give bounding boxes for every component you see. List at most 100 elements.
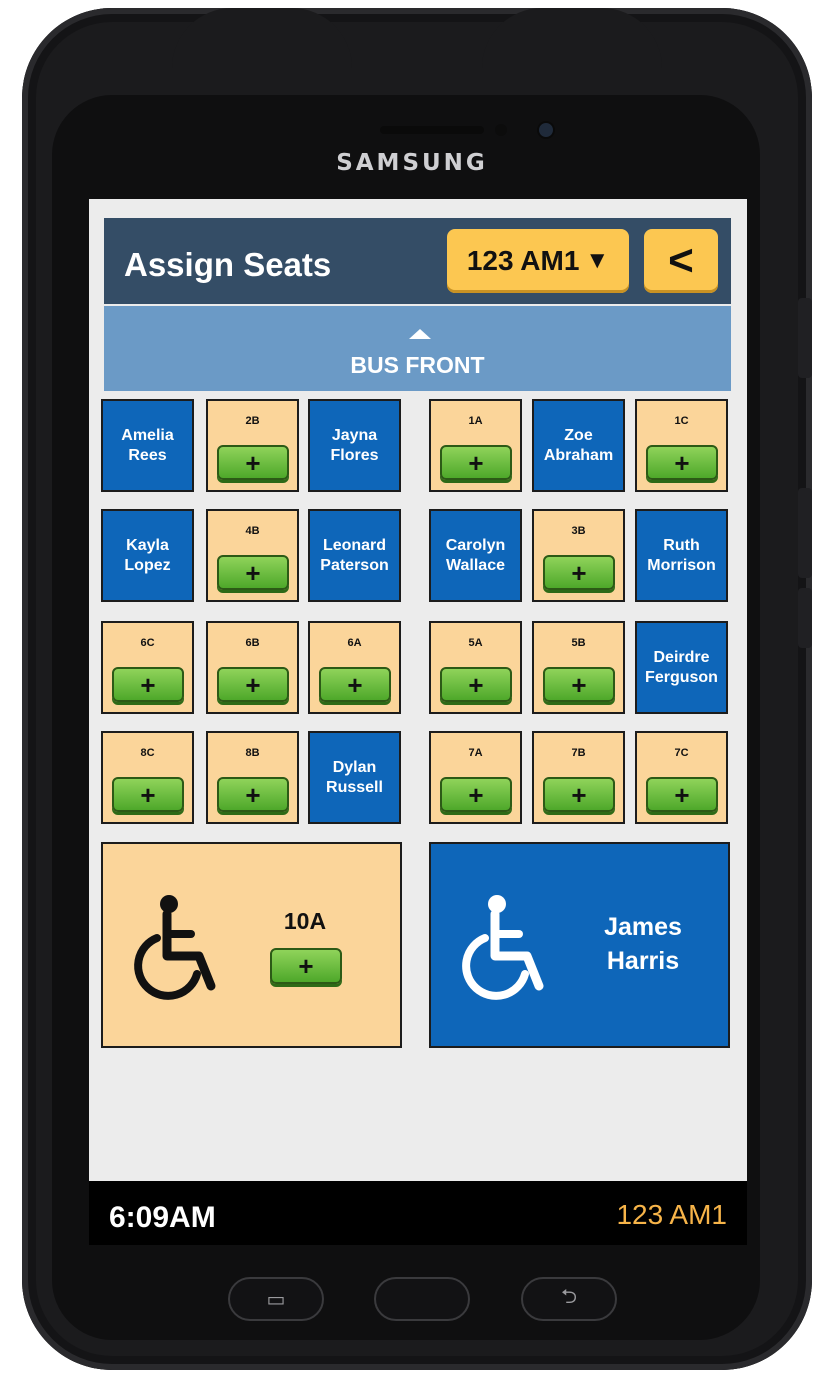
side-button [798, 298, 812, 378]
seat-empty[interactable]: 8B + [206, 731, 299, 824]
seat-assigned[interactable]: Zoe Abraham [532, 399, 625, 492]
add-passenger-button[interactable]: + [217, 667, 289, 702]
add-passenger-button[interactable]: + [112, 777, 184, 812]
seat-code: 8B [245, 747, 260, 759]
seat-empty[interactable]: 6A + [308, 621, 401, 714]
status-bar: 6:09AM 123 AM1 [89, 1181, 747, 1245]
wheelchair-seat-assigned[interactable]: James Harris [429, 842, 730, 1048]
seat-empty[interactable]: 7B + [532, 731, 625, 824]
add-passenger-button[interactable]: + [440, 667, 512, 702]
wheelchair-icon [134, 895, 216, 1000]
back-arrow-icon: < [668, 236, 694, 285]
seat-empty[interactable]: 7A + [429, 731, 522, 824]
seat-code: 1A [468, 415, 483, 427]
passenger-name: Amelia Rees [121, 426, 174, 464]
seat-code: 7C [674, 747, 689, 759]
add-passenger-button[interactable]: + [543, 555, 615, 590]
seat-empty[interactable]: 5B + [532, 621, 625, 714]
add-passenger-button[interactable]: + [217, 777, 289, 812]
wheelchair-seat-empty[interactable]: 10A + [101, 842, 402, 1048]
route-selector-label: 123 AM1 [466, 245, 580, 276]
seat-code: 4B [245, 525, 260, 537]
seat-empty[interactable]: 3B + [532, 509, 625, 602]
seat-empty[interactable]: 8C + [101, 731, 194, 824]
seat-empty[interactable]: 5A + [429, 621, 522, 714]
seat-assigned[interactable]: Kayla Lopez [101, 509, 194, 602]
passenger-name: Kayla Lopez [124, 536, 171, 574]
status-route: 123 AM1 [616, 1199, 727, 1230]
seat-empty[interactable]: 6C + [101, 621, 194, 714]
recent-apps-key[interactable]: ▭ [228, 1277, 324, 1321]
passenger-name: Jayna Flores [330, 426, 379, 464]
recent-apps-icon: ▭ [266, 1288, 286, 1311]
seat-code: 7A [468, 747, 483, 759]
bus-front-banner: BUS FRONT [104, 306, 731, 391]
frame-bumper [482, 8, 662, 68]
wheelchair-icon [462, 895, 544, 1000]
add-passenger-button[interactable]: + [440, 445, 512, 480]
bus-front-label: BUS FRONT [350, 352, 485, 378]
add-passenger-button[interactable]: + [270, 948, 342, 984]
page-title: Assign Seats [124, 246, 332, 283]
seat-code: 5B [571, 637, 586, 649]
chevron-down-icon: ▼ [585, 247, 610, 274]
back-key[interactable]: ⮌ [521, 1277, 617, 1321]
seat-code: 6A [347, 637, 362, 649]
passenger-name: Carolyn Wallace [445, 536, 506, 574]
seat-code: 6C [140, 637, 155, 649]
arrow-up-icon [409, 329, 431, 339]
passenger-name: Deirdre Ferguson [645, 648, 718, 686]
route-selector-button[interactable]: 123 AM1 ▼ [447, 229, 629, 293]
app-header: Assign Seats 123 AM1 ▼ < [104, 218, 731, 304]
speaker-grille [380, 126, 484, 134]
seat-empty[interactable]: 1A + [429, 399, 522, 492]
back-button[interactable]: < [644, 229, 718, 293]
side-button [798, 588, 812, 648]
add-passenger-button[interactable]: + [543, 777, 615, 812]
app-screen: Assign Seats 123 AM1 ▼ < BUS FRONT Ameli… [89, 199, 747, 1245]
passenger-name: Ruth Morrison [647, 536, 716, 574]
seat-assigned[interactable]: Leonard Paterson [308, 509, 401, 602]
passenger-first-name: James [604, 913, 682, 941]
seat-empty[interactable]: 1C + [635, 399, 728, 492]
device-brand: SAMSUNG [336, 150, 488, 176]
add-passenger-button[interactable]: + [646, 445, 718, 480]
add-passenger-button[interactable]: + [543, 667, 615, 702]
seat-assigned[interactable]: Carolyn Wallace [429, 509, 522, 602]
frame-bumper [172, 8, 352, 68]
add-passenger-button[interactable]: + [217, 445, 289, 480]
seat-empty[interactable]: 4B + [206, 509, 299, 602]
back-icon: ⮌ [560, 1286, 578, 1308]
add-passenger-button[interactable]: + [112, 667, 184, 702]
camera-icon [537, 121, 555, 139]
side-button [798, 488, 812, 578]
seat-empty[interactable]: 2B + [206, 399, 299, 492]
seat-assigned[interactable]: Ruth Morrison [635, 509, 728, 602]
add-passenger-button[interactable]: + [646, 777, 718, 812]
home-key[interactable] [374, 1277, 470, 1321]
seat-empty[interactable]: 7C + [635, 731, 728, 824]
seat-code: 10A [283, 908, 327, 934]
seat-code: 8C [140, 747, 155, 759]
seat-assigned[interactable]: Deirdre Ferguson [635, 621, 728, 714]
seat-assigned[interactable]: Amelia Rees [101, 399, 194, 492]
status-time: 6:09AM [109, 1201, 216, 1234]
seat-code: 2B [245, 415, 260, 427]
seat-code: 6B [245, 637, 260, 649]
seat-assigned[interactable]: Jayna Flores [308, 399, 401, 492]
add-passenger-button[interactable]: + [319, 667, 391, 702]
passenger-name: James Harris [583, 910, 703, 978]
add-passenger-button[interactable]: + [440, 777, 512, 812]
passenger-last-name: Harris [606, 947, 680, 975]
seat-code: 1C [674, 415, 689, 427]
passenger-name: Leonard Paterson [320, 536, 389, 574]
seat-empty[interactable]: 6B + [206, 621, 299, 714]
seat-code: 7B [571, 747, 586, 759]
seat-code: 5A [468, 637, 483, 649]
passenger-name: Dylan Russell [326, 758, 383, 796]
seat-code: 3B [571, 525, 586, 537]
sensor [495, 124, 507, 136]
seat-assigned[interactable]: Dylan Russell [308, 731, 401, 824]
passenger-name: Zoe Abraham [543, 426, 614, 464]
add-passenger-button[interactable]: + [217, 555, 289, 590]
